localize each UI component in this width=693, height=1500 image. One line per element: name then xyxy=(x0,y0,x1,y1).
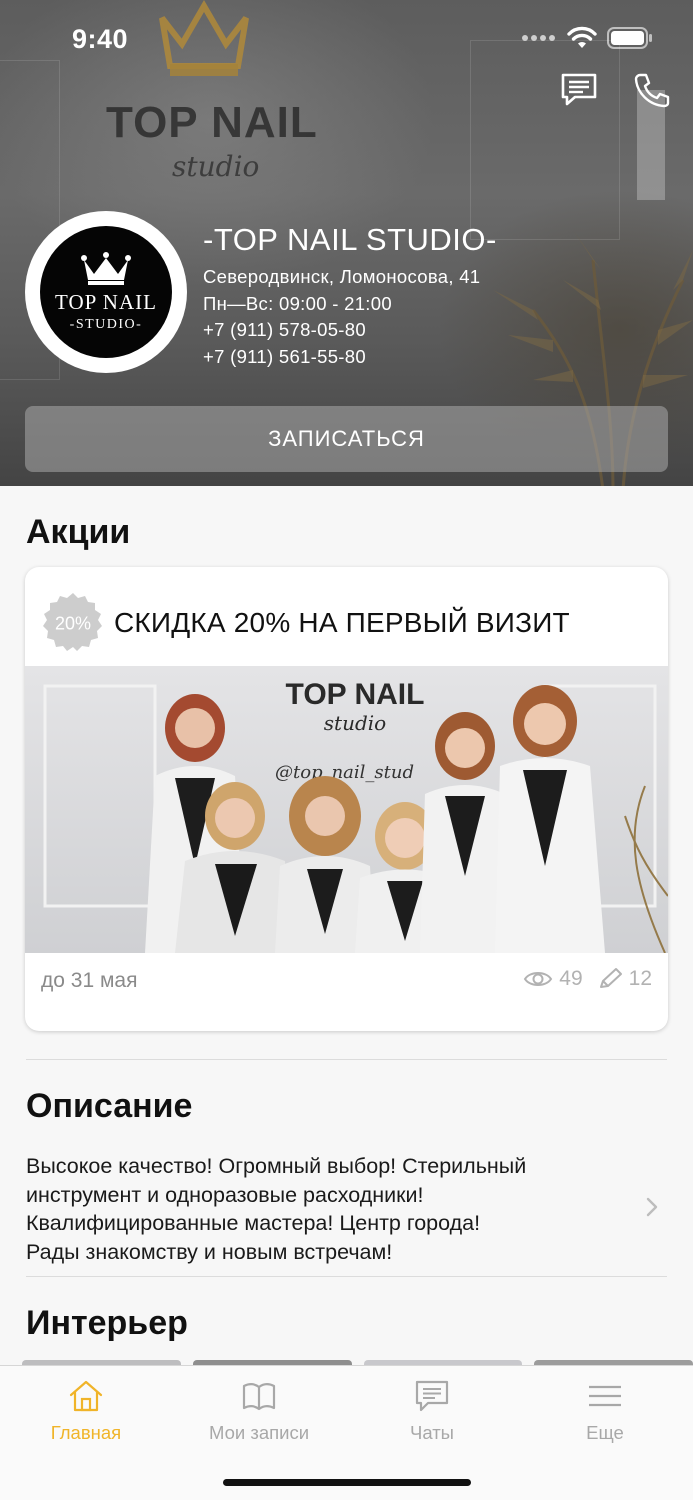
salon-phone-1[interactable]: +7 (911) 578-05-80 xyxy=(203,317,497,344)
status-time: 9:40 xyxy=(72,24,129,54)
promo-edits: 12 xyxy=(628,967,652,990)
eye-icon xyxy=(524,972,553,986)
photo-sign: TOP NAIL xyxy=(286,678,425,711)
promo-expiry: до 31 мая xyxy=(41,969,138,992)
salon-name: -TOP NAIL STUDIO- xyxy=(203,222,497,257)
hero-header: TOP NAIL studio 9:40 TOP NAIL -STUDIO- -… xyxy=(0,0,693,486)
pencil-icon xyxy=(599,968,622,988)
salon-phone-2[interactable]: +7 (911) 561-55-80 xyxy=(203,344,497,371)
salon-logo: TOP NAIL -STUDIO- xyxy=(25,211,187,373)
tab-chats-label: Чаты xyxy=(410,1422,454,1443)
phone-icon[interactable] xyxy=(632,72,672,108)
promo-photo: TOP NAIL studio @top_nail_stud xyxy=(25,666,668,953)
home-icon xyxy=(69,1380,103,1412)
crown-icon xyxy=(81,251,131,285)
logo-text-top: TOP NAIL xyxy=(55,289,157,314)
status-bar: 9:40 xyxy=(0,0,693,80)
discount-badge-text: 20% xyxy=(55,614,91,634)
home-indicator[interactable] xyxy=(223,1479,471,1486)
promo-header: 20% СКИДКА 20% НА ПЕРВЫЙ ВИЗИТ xyxy=(25,567,668,666)
promo-stats: 49 12 xyxy=(523,967,652,991)
tab-more[interactable]: Еще xyxy=(530,1378,680,1444)
wall-sign: TOP NAIL xyxy=(106,98,318,147)
wifi-icon xyxy=(567,26,597,48)
chat-icon[interactable] xyxy=(559,72,599,108)
menu-icon xyxy=(589,1385,621,1407)
salon-hours: Пн—Вс: 09:00 - 21:00 xyxy=(203,292,392,314)
discount-badge-icon: 20% xyxy=(43,593,102,651)
chat-icon xyxy=(415,1380,449,1412)
description-title: Описание xyxy=(26,1087,193,1125)
promotions-title: Акции xyxy=(26,513,131,551)
photo-sign-sub: studio xyxy=(324,711,386,735)
chevron-right-icon[interactable] xyxy=(644,1196,660,1218)
divider xyxy=(26,1059,667,1060)
tab-chats[interactable]: Чаты xyxy=(357,1378,507,1444)
description-text[interactable]: Высокое качество! Огромный выбор! Стерил… xyxy=(26,1152,616,1266)
book-icon xyxy=(242,1383,276,1411)
tab-my-bookings[interactable]: Мои записи xyxy=(184,1378,334,1444)
tab-more-label: Еще xyxy=(586,1422,624,1443)
photo-handle: @top_nail_stud xyxy=(275,762,414,783)
wall-sign-sub: studio xyxy=(172,150,260,183)
promo-footer: до 31 мая 49 12 xyxy=(25,953,668,1031)
promo-title: СКИДКА 20% НА ПЕРВЫЙ ВИЗИТ xyxy=(114,607,570,638)
battery-icon xyxy=(607,27,652,49)
salon-address[interactable]: Северодвинск, Ломоносова, 41 xyxy=(203,264,497,291)
salon-logo-inner: TOP NAIL -STUDIO- xyxy=(40,226,172,358)
status-indicators xyxy=(521,26,653,50)
tab-home[interactable]: Главная xyxy=(11,1378,161,1444)
cellular-signal-icon xyxy=(522,35,555,41)
book-button[interactable]: ЗАПИСАТЬСЯ xyxy=(25,406,668,472)
logo-text-bottom: -STUDIO- xyxy=(69,316,143,332)
tab-my-bookings-label: Мои записи xyxy=(208,1422,310,1443)
interior-title: Интерьер xyxy=(26,1304,188,1342)
salon-info: -TOP NAIL STUDIO- Северодвинск, Ломоносо… xyxy=(203,222,497,370)
divider xyxy=(26,1276,667,1277)
tab-home-label: Главная xyxy=(50,1422,122,1443)
promo-card[interactable]: 20% СКИДКА 20% НА ПЕРВЫЙ ВИЗИТ TOP NAIL … xyxy=(25,567,668,1031)
promo-views: 49 xyxy=(559,967,583,990)
team-photo: TOP NAIL studio @top_nail_stud xyxy=(25,666,668,953)
